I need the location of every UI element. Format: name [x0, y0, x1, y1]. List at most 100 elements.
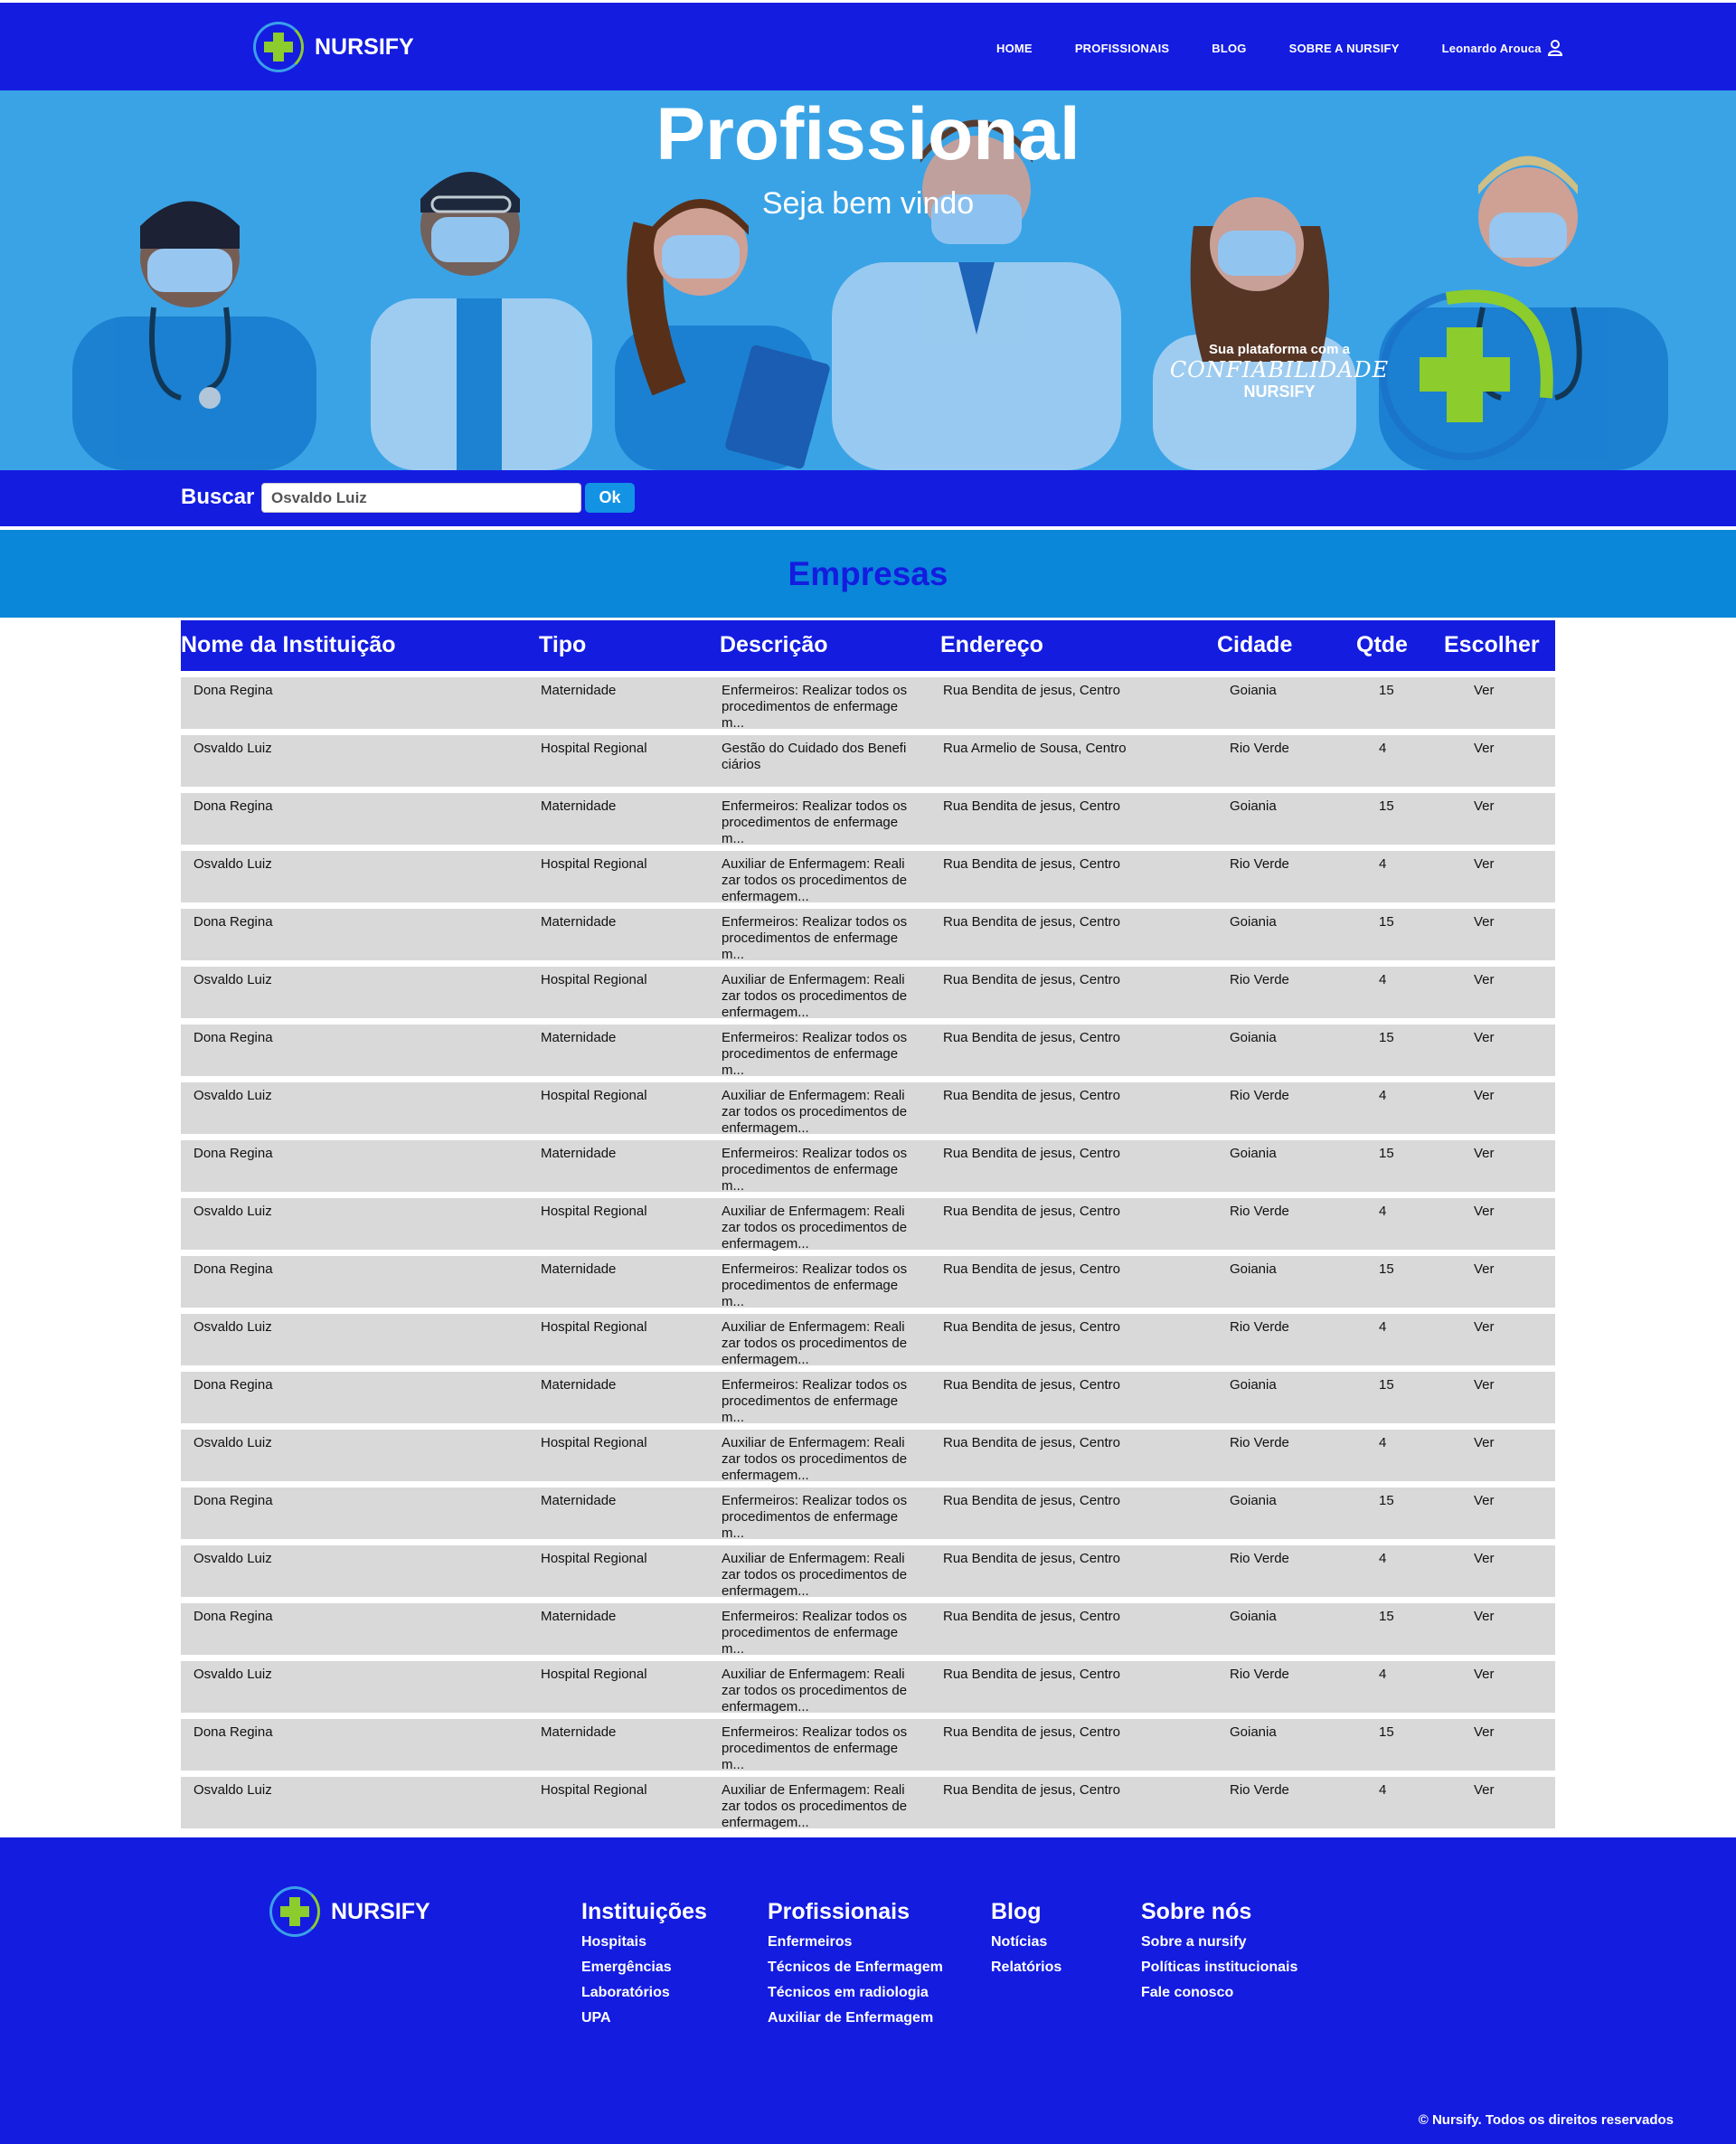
- search-ok-button[interactable]: Ok: [585, 483, 635, 513]
- row-ver-button[interactable]: Ver: [1474, 856, 1495, 873]
- row-cidade: Goiania: [1230, 1493, 1277, 1508]
- brand-logo[interactable]: NURSIFY: [253, 22, 414, 72]
- top-navbar: NURSIFY HOME PROFISSIONAIS BLOG SOBRE A …: [0, 0, 1736, 90]
- footer-link-tecnicos-radiologia[interactable]: Técnicos em radiologia: [768, 1985, 943, 2001]
- row-endereco: Rua Bendita de jesus, Centro: [943, 1609, 1120, 1624]
- row-ver-button[interactable]: Ver: [1474, 972, 1495, 988]
- row-endereco: Rua Bendita de jesus, Centro: [943, 914, 1120, 930]
- row-nome: Osvaldo Luiz: [193, 856, 272, 872]
- row-nome: Osvaldo Luiz: [193, 1782, 272, 1798]
- row-tipo: Hospital Regional: [541, 1667, 647, 1682]
- row-descricao: Enfermeiros: Realizar todos os procedime…: [722, 683, 908, 731]
- row-nome: Dona Regina: [193, 1030, 273, 1045]
- hero-title: Profissional: [656, 93, 1080, 175]
- footer-link-relatorios[interactable]: Relatórios: [991, 1960, 1061, 1976]
- footer-logo[interactable]: NURSIFY: [269, 1886, 430, 1937]
- footer-link-enfermeiros[interactable]: Enfermeiros: [768, 1934, 943, 1950]
- table-row: Osvaldo Luiz Hospital Regional Auxiliar de…: [181, 1082, 1555, 1136]
- row-ver-button[interactable]: Ver: [1474, 1782, 1495, 1799]
- col-cidade: Cidade: [1217, 632, 1293, 657]
- table-row: Dona Regina Maternidade Enfermeiros: Reali…: [181, 1256, 1555, 1309]
- row-ver-button[interactable]: Ver: [1474, 1261, 1495, 1278]
- table-row: Osvaldo Luiz Hospital Regional Auxiliar de…: [181, 1545, 1555, 1599]
- row-cidade: Rio Verde: [1230, 972, 1289, 987]
- row-qtde: 15: [1379, 1146, 1394, 1161]
- row-tipo: Maternidade: [541, 1609, 617, 1624]
- col-descricao: Descrição: [720, 632, 828, 657]
- footer-link-auxiliar-enfermagem[interactable]: Auxiliar de Enfermagem: [768, 2010, 943, 2026]
- row-descricao: Enfermeiros: Realizar todos os procedime…: [722, 1261, 908, 1309]
- footer-link-tecnicos-enfermagem[interactable]: Técnicos de Enfermagem: [768, 1960, 943, 1976]
- brand-name: NURSIFY: [315, 33, 414, 60]
- footer-col-sobre: Sobre nós Sobre a nursify Políticas inst…: [1141, 1899, 1297, 2010]
- row-ver-button[interactable]: Ver: [1474, 683, 1495, 699]
- row-descricao: Auxiliar de Enfermagem: Realizar todos o…: [722, 1667, 908, 1714]
- footer: NURSIFY Instituições Hospitais Emergênci…: [0, 1837, 1736, 2144]
- section-banner: Empresas: [0, 530, 1736, 618]
- row-nome: Osvaldo Luiz: [193, 1435, 272, 1450]
- row-ver-button[interactable]: Ver: [1474, 1204, 1495, 1220]
- nav-home[interactable]: HOME: [996, 42, 1033, 55]
- row-ver-button[interactable]: Ver: [1474, 798, 1495, 815]
- row-ver-button[interactable]: Ver: [1474, 1551, 1495, 1567]
- row-descricao: Enfermeiros: Realizar todos os procedime…: [722, 1493, 908, 1541]
- row-ver-button[interactable]: Ver: [1474, 1435, 1495, 1451]
- row-ver-button[interactable]: Ver: [1474, 1088, 1495, 1104]
- row-ver-button[interactable]: Ver: [1474, 1667, 1495, 1683]
- footer-link-fale-conosco[interactable]: Fale conosco: [1141, 1985, 1297, 2001]
- table-row: Dona Regina Maternidade Enfermeiros: Reali…: [181, 1372, 1555, 1425]
- row-cidade: Goiania: [1230, 1261, 1277, 1277]
- col-endereco: Endereço: [940, 632, 1043, 657]
- row-qtde: 4: [1379, 972, 1387, 987]
- row-ver-button[interactable]: Ver: [1474, 1030, 1495, 1046]
- row-qtde: 15: [1379, 1030, 1394, 1045]
- row-endereco: Rua Bendita de jesus, Centro: [943, 1377, 1120, 1393]
- hero-subtitle: Seja bem vindo: [761, 186, 975, 221]
- footer-link-sobre-nursify[interactable]: Sobre a nursify: [1141, 1934, 1297, 1950]
- footer-link-hospitais[interactable]: Hospitais: [581, 1934, 707, 1950]
- row-ver-button[interactable]: Ver: [1474, 1493, 1495, 1509]
- row-nome: Osvaldo Luiz: [193, 972, 272, 987]
- nav-sobre[interactable]: SOBRE A NURSIFY: [1289, 42, 1400, 55]
- row-ver-button[interactable]: Ver: [1474, 1319, 1495, 1336]
- footer-link-upa[interactable]: UPA: [581, 2010, 707, 2026]
- row-ver-button[interactable]: Ver: [1474, 1146, 1495, 1162]
- row-ver-button[interactable]: Ver: [1474, 1609, 1495, 1625]
- row-qtde: 15: [1379, 1724, 1394, 1740]
- row-cidade: Goiania: [1230, 1609, 1277, 1624]
- row-endereco: Rua Armelio de Sousa, Centro: [943, 741, 1127, 756]
- row-ver-button[interactable]: Ver: [1474, 1724, 1495, 1741]
- user-menu[interactable]: Leonardo Arouca: [1442, 40, 1562, 56]
- row-tipo: Hospital Regional: [541, 1088, 647, 1103]
- footer-col-title: Profissionais: [768, 1899, 910, 1924]
- table-row: Dona Regina Maternidade Enfermeiros: Reali…: [181, 1488, 1555, 1541]
- row-qtde: 4: [1379, 741, 1387, 756]
- nav-profissionais[interactable]: PROFISSIONAIS: [1075, 42, 1169, 55]
- promo-line-3: NURSIFY: [1243, 383, 1316, 401]
- row-endereco: Rua Bendita de jesus, Centro: [943, 1667, 1120, 1682]
- search-input[interactable]: [261, 483, 581, 513]
- row-qtde: 4: [1379, 1782, 1387, 1798]
- row-cidade: Goiania: [1230, 1724, 1277, 1740]
- promo-line-2: CONFIABILIDADE: [1169, 357, 1390, 383]
- row-nome: Osvaldo Luiz: [193, 741, 272, 756]
- row-cidade: Rio Verde: [1230, 741, 1289, 756]
- row-nome: Dona Regina: [193, 1609, 273, 1624]
- row-cidade: Rio Verde: [1230, 1551, 1289, 1566]
- row-nome: Dona Regina: [193, 683, 273, 698]
- row-endereco: Rua Bendita de jesus, Centro: [943, 1551, 1120, 1566]
- footer-link-politicas[interactable]: Políticas institucionais: [1141, 1960, 1297, 1976]
- row-ver-button[interactable]: Ver: [1474, 914, 1495, 930]
- row-qtde: 15: [1379, 914, 1394, 930]
- footer-link-noticias[interactable]: Notícias: [991, 1934, 1061, 1950]
- footer-col-instituicoes: Instituições Hospitais Emergências Labor…: [581, 1899, 707, 2035]
- row-tipo: Maternidade: [541, 798, 617, 814]
- row-nome: Dona Regina: [193, 1493, 273, 1508]
- row-ver-button[interactable]: Ver: [1474, 741, 1495, 757]
- table-row: Dona Regina Maternidade Enfermeiros: Reali…: [181, 677, 1555, 731]
- row-endereco: Rua Bendita de jesus, Centro: [943, 1204, 1120, 1219]
- footer-link-emergencias[interactable]: Emergências: [581, 1960, 707, 1976]
- footer-link-laboratorios[interactable]: Laboratórios: [581, 1985, 707, 2001]
- nav-blog[interactable]: BLOG: [1212, 42, 1246, 55]
- row-ver-button[interactable]: Ver: [1474, 1377, 1495, 1393]
